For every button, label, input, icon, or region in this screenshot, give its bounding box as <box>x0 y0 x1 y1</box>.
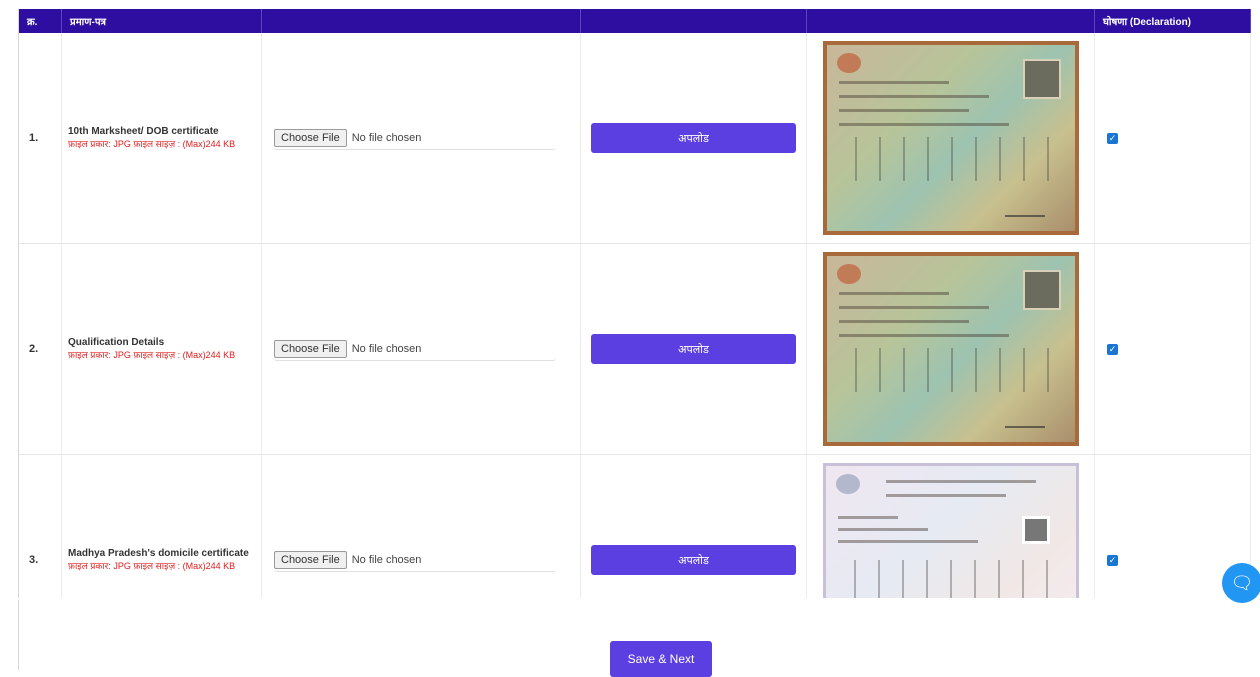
upload-button[interactable]: अपलोड <box>591 123 796 153</box>
documents-table: क्र. प्रमाण-पत्र घोषणा (Declaration) 1. … <box>18 9 1251 598</box>
row-sn: 2. <box>19 244 62 454</box>
divider <box>18 600 19 670</box>
document-name-cell: 10th Marksheet/ DOB certificate फ़ाइल प्… <box>62 33 262 243</box>
declaration-checkbox[interactable]: ✓ <box>1107 343 1118 355</box>
table-row: 3. Madhya Pradesh's domicile certificate… <box>19 455 1251 598</box>
file-input[interactable]: Choose File No file chosen <box>274 549 556 572</box>
photo-thumbnail <box>1021 516 1050 544</box>
table-row: 2. Qualification Details फ़ाइल प्रकार: J… <box>19 244 1251 455</box>
row-sn: 3. <box>19 455 62 598</box>
chat-button[interactable]: 🗨 <box>1222 563 1260 603</box>
document-preview-image <box>822 463 1079 598</box>
file-status: No file chosen <box>351 553 422 566</box>
preview-cell <box>807 244 1095 454</box>
file-input-cell: Choose File No file chosen <box>262 244 581 454</box>
check-icon: ✓ <box>1108 132 1117 143</box>
document-title: Madhya Pradesh's domicile certificate <box>68 548 249 559</box>
file-requirement-hint: फ़ाइल प्रकार: JPG फ़ाइल साइज़ : (Max)244… <box>68 350 236 360</box>
declaration-cell: ✓ <box>1095 33 1251 243</box>
declaration-checkbox[interactable]: ✓ <box>1107 554 1118 566</box>
document-name-cell: Madhya Pradesh's domicile certificate फ़… <box>62 455 262 598</box>
row-sn: 1. <box>19 33 62 243</box>
header-preview <box>807 9 1095 33</box>
file-input-cell: Choose File No file chosen <box>262 33 581 243</box>
upload-button[interactable]: अपलोड <box>591 545 796 575</box>
document-preview-image <box>822 41 1079 235</box>
photo-thumbnail <box>1022 270 1061 310</box>
marks-grid <box>854 137 1055 181</box>
seal-mark <box>836 53 861 73</box>
file-status: No file chosen <box>351 131 422 144</box>
check-icon: ✓ <box>1108 554 1117 565</box>
header-upload <box>581 9 807 33</box>
signature-mark <box>1004 209 1045 217</box>
check-icon: ✓ <box>1108 343 1117 354</box>
header-document: प्रमाण-पत्र <box>62 9 262 33</box>
table-row: 1. 10th Marksheet/ DOB certificate फ़ाइल… <box>19 33 1251 244</box>
seal-mark <box>836 264 861 284</box>
document-title: Qualification Details <box>68 337 165 348</box>
preview-cell <box>807 455 1095 598</box>
header-file <box>262 9 581 33</box>
marks-grid <box>853 560 1054 598</box>
file-status: No file chosen <box>351 342 422 355</box>
file-input[interactable]: Choose File No file chosen <box>274 338 556 361</box>
table-header: क्र. प्रमाण-पत्र घोषणा (Declaration) <box>19 9 1251 33</box>
upload-cell: अपलोड <box>581 455 807 598</box>
chat-icon: 🗨 <box>1230 572 1254 593</box>
marks-grid <box>854 348 1055 392</box>
signature-mark <box>1004 420 1045 428</box>
file-input-cell: Choose File No file chosen <box>262 455 581 598</box>
declaration-cell: ✓ <box>1095 244 1251 454</box>
file-input[interactable]: Choose File No file chosen <box>274 127 556 150</box>
file-requirement-hint: फ़ाइल प्रकार: JPG फ़ाइल साइज़ : (Max)244… <box>68 139 236 149</box>
photo-thumbnail <box>1022 59 1061 99</box>
upload-cell: अपलोड <box>581 33 807 243</box>
choose-file-button[interactable]: Choose File <box>274 339 347 358</box>
file-requirement-hint: फ़ाइल प्रकार: JPG फ़ाइल साइज़ : (Max)244… <box>68 561 236 571</box>
choose-file-button[interactable]: Choose File <box>274 550 347 569</box>
document-name-cell: Qualification Details फ़ाइल प्रकार: JPG … <box>62 244 262 454</box>
document-preview-image <box>822 252 1079 446</box>
document-title: 10th Marksheet/ DOB certificate <box>68 126 219 137</box>
upload-cell: अपलोड <box>581 244 807 454</box>
choose-file-button[interactable]: Choose File <box>274 128 347 147</box>
preview-cell <box>807 33 1095 243</box>
header-declaration: घोषणा (Declaration) <box>1095 9 1251 33</box>
save-next-button[interactable]: Save & Next <box>610 641 712 677</box>
seal-mark <box>835 474 860 494</box>
header-sn: क्र. <box>19 9 62 33</box>
upload-button[interactable]: अपलोड <box>591 334 796 364</box>
declaration-checkbox[interactable]: ✓ <box>1107 132 1118 144</box>
